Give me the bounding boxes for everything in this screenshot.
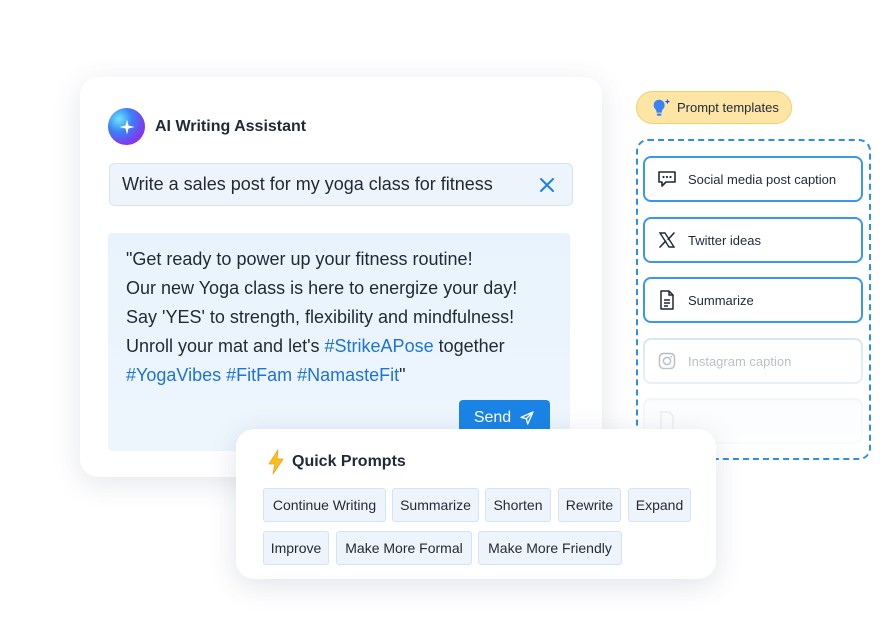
chip-summarize[interactable]: Summarize xyxy=(392,488,479,522)
assistant-header: AI Writing Assistant xyxy=(108,108,306,145)
hashtag[interactable]: #StrikeAPose xyxy=(325,336,434,356)
response-text: "Get ready to power up your fitness rout… xyxy=(126,245,517,390)
chat-bubble-icon xyxy=(657,169,677,189)
quick-prompts-header: Quick Prompts xyxy=(266,449,406,475)
template-label: Social media post caption xyxy=(688,171,837,187)
template-instagram-caption[interactable]: Instagram caption xyxy=(643,338,863,384)
prompt-templates-label: Prompt templates xyxy=(677,100,779,115)
clear-input-button[interactable] xyxy=(536,174,558,196)
chip-expand[interactable]: Expand xyxy=(628,488,691,522)
response-text-segment: Unroll your mat and let's xyxy=(126,336,325,356)
prompt-templates-pill[interactable]: Prompt templates xyxy=(636,91,792,124)
close-icon xyxy=(540,177,554,192)
quick-prompts-card: Quick Prompts Continue Writing Summarize… xyxy=(236,429,716,579)
response-line: Unroll your mat and let's #StrikeAPose t… xyxy=(126,332,517,361)
prompt-templates-panel: Social media post caption Twitter ideas … xyxy=(636,139,871,460)
response-line: Our new Yoga class is here to energize y… xyxy=(126,278,518,298)
document-icon xyxy=(657,290,677,310)
template-label: Instagram caption xyxy=(688,353,792,369)
response-line: Say 'YES' to strength, flexibility and m… xyxy=(126,307,515,327)
instagram-icon xyxy=(657,351,677,371)
lightning-icon xyxy=(268,449,284,475)
assistant-title: AI Writing Assistant xyxy=(155,117,307,135)
template-summarize[interactable]: Summarize xyxy=(643,277,863,323)
template-social-media-caption[interactable]: Social media post caption xyxy=(643,156,863,202)
response-box: "Get ready to power up your fitness rout… xyxy=(108,233,570,451)
chip-improve[interactable]: Improve xyxy=(263,531,329,565)
assistant-card: AI Writing Assistant Write a sales post … xyxy=(80,77,602,477)
template-label: Twitter ideas xyxy=(688,232,761,248)
hashtags[interactable]: #YogaVibes #FitFam #NamasteFit xyxy=(126,365,399,385)
chip-rewrite[interactable]: Rewrite xyxy=(558,488,621,522)
document-icon xyxy=(657,411,677,431)
send-label: Send xyxy=(473,409,512,426)
sparkle-avatar-icon xyxy=(108,108,145,145)
response-text-segment: together xyxy=(433,336,505,356)
template-label: Summarize xyxy=(688,292,754,308)
response-text-segment: " xyxy=(399,365,406,385)
response-line: #YogaVibes #FitFam #NamasteFit" xyxy=(126,361,517,390)
quick-prompts-title: Quick Prompts xyxy=(292,453,406,470)
chip-continue-writing[interactable]: Continue Writing xyxy=(263,488,386,522)
template-twitter-ideas[interactable]: Twitter ideas xyxy=(643,217,863,263)
prompt-input[interactable]: Write a sales post for my yoga class for… xyxy=(109,163,573,206)
response-line: "Get ready to power up your fitness rout… xyxy=(126,249,473,269)
send-icon xyxy=(520,411,534,425)
lightbulb-sparkle-icon xyxy=(653,98,671,116)
x-logo-icon xyxy=(657,230,677,250)
chip-shorten[interactable]: Shorten xyxy=(485,488,551,522)
chip-make-more-friendly[interactable]: Make More Friendly xyxy=(478,531,622,565)
prompt-input-value[interactable]: Write a sales post for my yoga class for… xyxy=(122,174,536,195)
chip-make-more-formal[interactable]: Make More Formal xyxy=(336,531,472,565)
